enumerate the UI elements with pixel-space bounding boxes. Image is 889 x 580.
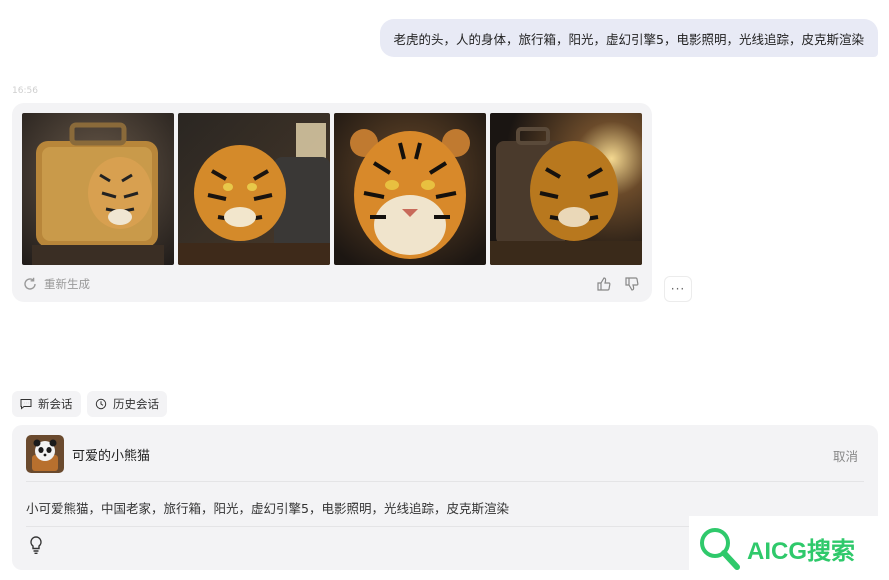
assistant-reply-card: 重新生成 [12, 103, 652, 302]
more-icon: ··· [670, 282, 686, 296]
chat-bubble-icon [20, 399, 32, 410]
agent-row: 可爱的小熊猫 [26, 435, 150, 473]
new-chat-label: 新会话 [38, 397, 73, 411]
prompt-input[interactable]: 小可爱熊猫，中国老家，旅行箱，阳光，虚幻引擎5，电影照明，光线追踪，皮克斯渲染 [26, 498, 509, 517]
generated-image-1[interactable] [22, 113, 174, 265]
generated-image-3[interactable] [334, 113, 486, 265]
thumbs-down-icon[interactable] [624, 276, 640, 292]
generated-images [22, 113, 642, 265]
agent-name: 可爱的小熊猫 [72, 448, 151, 464]
more-options-button[interactable]: ··· [664, 276, 692, 302]
cancel-button[interactable]: 取消 [833, 446, 858, 465]
regenerate-label: 重新生成 [44, 277, 90, 291]
composer-divider [26, 481, 864, 482]
feedback-buttons [596, 276, 640, 292]
history-label: 历史会话 [113, 397, 159, 411]
refresh-icon [24, 277, 36, 290]
magnifier-logo-icon [700, 528, 740, 570]
agent-avatar [26, 435, 64, 473]
lightbulb-icon[interactable] [28, 535, 44, 555]
thumbs-up-icon[interactable] [596, 276, 612, 292]
generated-image-4[interactable] [490, 113, 642, 265]
user-message-text: 老虎的头，人的身体，旅行箱，阳光，虚幻引擎5，电影照明，光线追踪，皮克斯渲染 [393, 31, 864, 47]
history-button[interactable]: 历史会话 [87, 391, 167, 417]
watermark: AICG搜索 [689, 516, 889, 580]
watermark-text: AICG搜索 [747, 537, 855, 565]
new-chat-button[interactable]: 新会话 [12, 391, 81, 417]
message-timestamp: 16:56 [12, 86, 38, 96]
user-message-bubble: 老虎的头，人的身体，旅行箱，阳光，虚幻引擎5，电影照明，光线追踪，皮克斯渲染 [379, 19, 878, 57]
generated-image-2[interactable] [178, 113, 330, 265]
history-clock-icon [95, 398, 107, 410]
regenerate-button[interactable]: 重新生成 [22, 276, 90, 292]
